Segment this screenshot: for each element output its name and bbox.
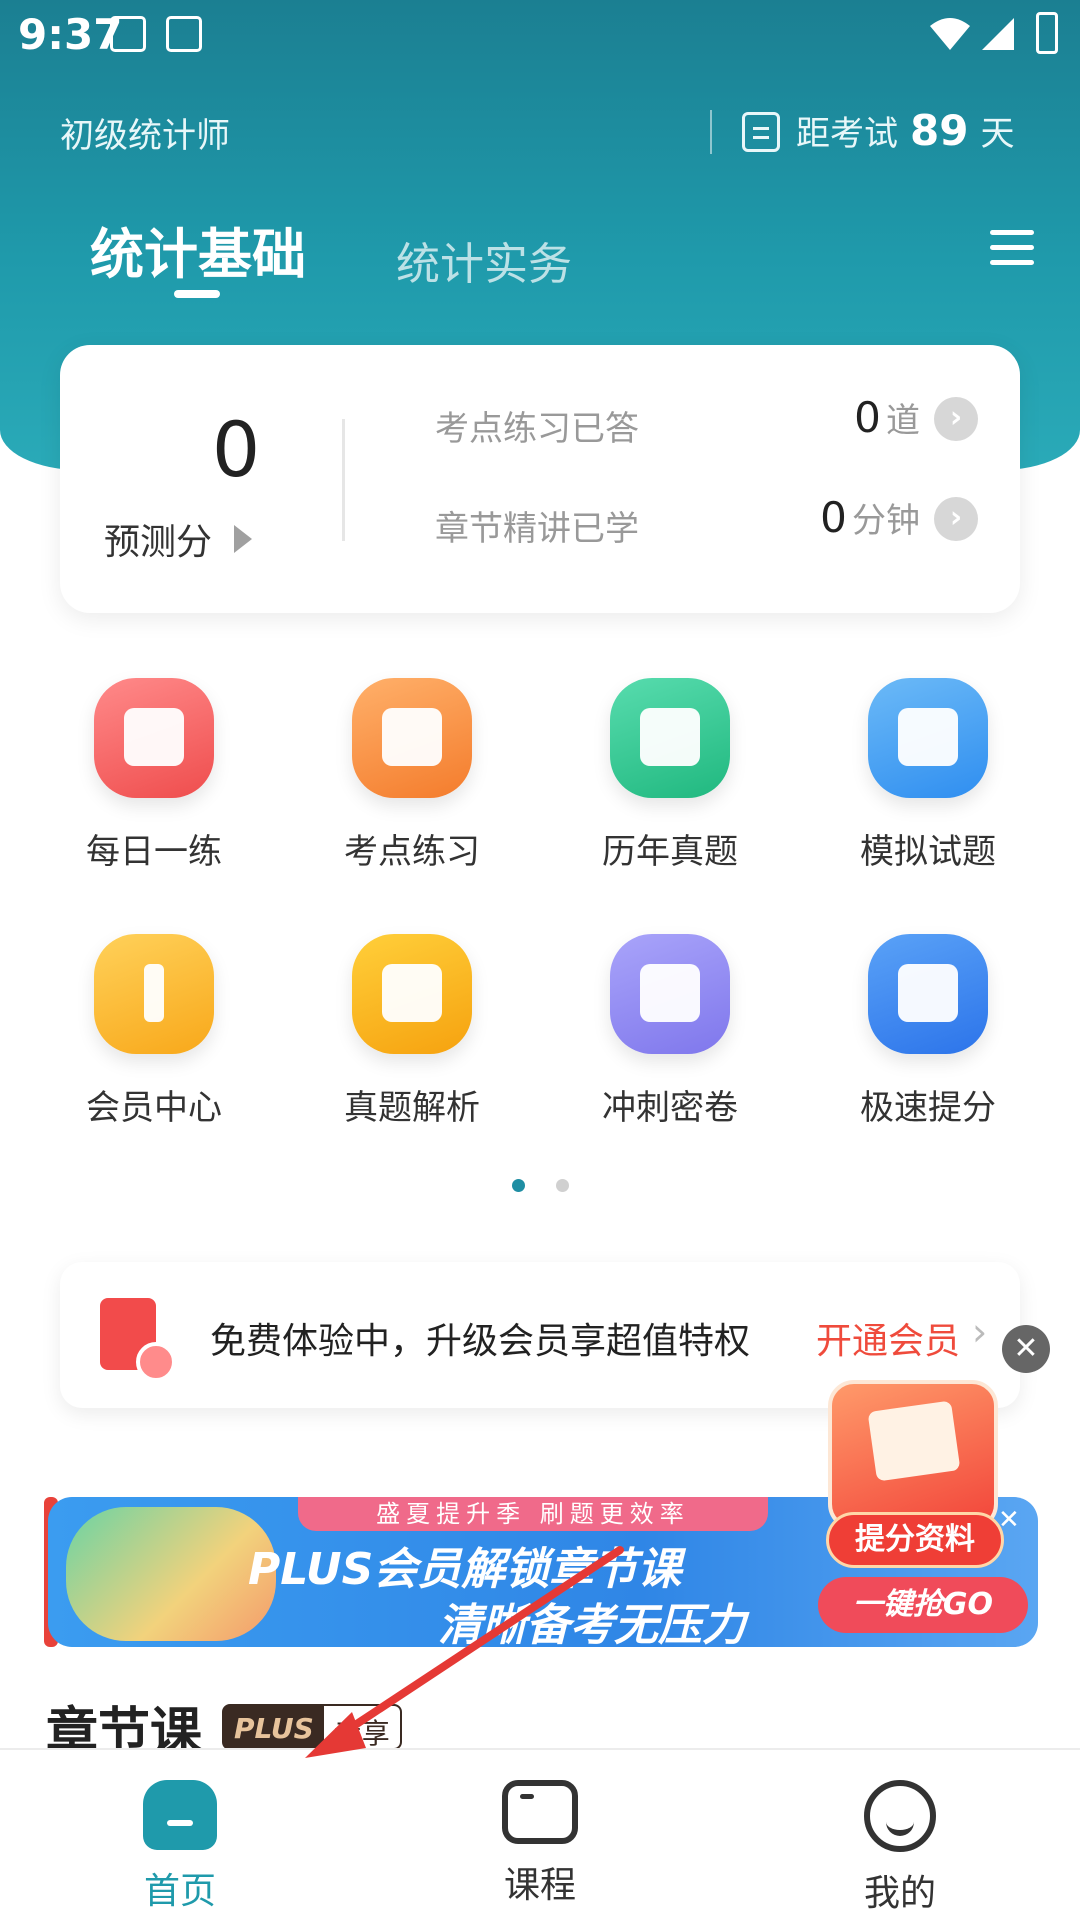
floating-ad-label[interactable]: 提分资料 <box>826 1512 1004 1568</box>
grid-item-exam-analysis[interactable]: 真题解析 <box>302 934 522 1129</box>
practice-answered-row[interactable]: 0 道 <box>760 393 920 442</box>
practice-answered-unit: 道 <box>886 401 920 441</box>
chapter-learned-unit: 分钟 <box>852 501 920 541</box>
banner-illustration <box>66 1507 276 1641</box>
nav-item-home[interactable]: 首页 <box>80 1780 280 1914</box>
lightning-doc-icon <box>352 678 472 798</box>
plus-badge-text: 专享 <box>323 1706 400 1748</box>
grid-label: 真题解析 <box>344 1088 480 1128</box>
keyboard-a-icon <box>166 16 202 52</box>
nav-label-courses: 课程 <box>503 1865 576 1906</box>
smile-icon <box>864 1780 936 1852</box>
practice-answered-value: 0 <box>854 393 881 442</box>
open-membership-link[interactable]: 开通会员 <box>816 1312 960 1364</box>
close-icon[interactable]: ✕ <box>1002 1325 1050 1373</box>
banner-cta-button[interactable]: 一键抢GO <box>818 1577 1028 1633</box>
grid-label: 会员中心 <box>86 1088 222 1128</box>
card-divider <box>342 419 345 541</box>
grid-label: 每日一练 <box>86 832 222 872</box>
banner-headline: PLUS会员解锁章节课 <box>248 1544 682 1595</box>
grid-item-past-exams[interactable]: 历年真题 <box>560 678 780 873</box>
menu-icon[interactable] <box>990 230 1034 266</box>
chapter-learned-value: 0 <box>820 493 847 542</box>
tab-statistics-practice[interactable]: 统计实务 <box>396 228 572 292</box>
nav-item-me[interactable]: 我的 <box>800 1780 1000 1916</box>
nav-label-home: 首页 <box>143 1871 216 1912</box>
signal-icon <box>982 18 1014 50</box>
status-time: 9:37 <box>18 10 123 59</box>
play-arrow-icon <box>234 525 253 553</box>
nav-label-me: 我的 <box>863 1873 936 1914</box>
upgrade-doc-icon <box>100 1298 176 1382</box>
image-plus-icon <box>868 934 988 1054</box>
book-icon <box>610 934 730 1054</box>
chevron-right-icon[interactable]: › <box>934 397 978 441</box>
banner-strip: 盛夏提升季 刷题更效率 <box>298 1497 768 1531</box>
battery-icon <box>1036 12 1058 54</box>
countdown-days: 89 <box>910 106 969 155</box>
chevron-right-icon: › <box>972 1310 988 1354</box>
grid-item-key-point-practice[interactable]: 考点练习 <box>302 678 522 873</box>
plus-badge: PLUS 专享 <box>222 1704 402 1750</box>
grid-item-daily-practice[interactable]: 每日一练 <box>44 678 264 873</box>
grid-label: 极速提分 <box>860 1088 996 1128</box>
page-dot-active[interactable] <box>512 1179 525 1192</box>
edit-doc-icon <box>352 934 472 1054</box>
grid-item-member-center[interactable]: 会员中心 <box>44 934 264 1129</box>
chapter-learned-row[interactable]: 0 分钟 <box>740 493 920 542</box>
grid-item-rapid-improvement[interactable]: 极速提分 <box>818 934 1038 1129</box>
bottom-nav: 首页 课程 我的 <box>0 1748 1080 1920</box>
predicted-score-value: 0 <box>211 405 261 494</box>
monitor-chart-icon <box>868 678 988 798</box>
video-icon <box>502 1780 578 1844</box>
stats-card: 0 预测分 考点练习已答 0 道 › 章节精讲已学 0 分钟 › <box>60 345 1020 613</box>
banner-subheadline: 清晰备考无压力 <box>438 1600 746 1647</box>
predicted-score-label: 预测分 <box>104 522 213 563</box>
grid-label: 模拟试题 <box>860 832 996 872</box>
countdown-suffix: 天 <box>980 114 1015 154</box>
page-dot[interactable] <box>556 1179 569 1192</box>
grid-label: 冲刺密卷 <box>602 1088 738 1128</box>
nav-item-courses[interactable]: 课程 <box>440 1780 640 1908</box>
countdown-prefix: 距考试 <box>796 114 898 154</box>
chevron-right-icon[interactable]: › <box>934 497 978 541</box>
calendar-check-icon <box>94 678 214 798</box>
exam-countdown[interactable]: 距考试 89 天 <box>796 106 1014 155</box>
tab-statistics-basics[interactable]: 统计基础 <box>90 210 306 289</box>
crown-icon <box>94 934 214 1054</box>
home-icon <box>143 1780 217 1850</box>
calendar-icon <box>742 112 780 152</box>
grid-item-sprint-papers[interactable]: 冲刺密卷 <box>560 934 780 1129</box>
exam-name[interactable]: 初级统计师 <box>60 108 230 157</box>
grid-label: 考点练习 <box>344 832 480 872</box>
wifi-icon <box>930 18 970 50</box>
floating-ad[interactable] <box>828 1380 998 1530</box>
chapter-learned-label: 章节精讲已学 <box>435 509 639 549</box>
document-icon <box>610 678 730 798</box>
predicted-score-button[interactable]: 预测分 <box>104 513 253 565</box>
plus-badge-plus: PLUS <box>224 1706 324 1748</box>
promo-text: 免费体验中，升级会员享超值特权 <box>210 1321 751 1362</box>
grid-item-mock-tests[interactable]: 模拟试题 <box>818 678 1038 873</box>
practice-answered-label: 考点练习已答 <box>435 409 639 449</box>
gallery-icon <box>110 16 146 52</box>
tab-active-indicator <box>174 290 220 298</box>
header-divider <box>710 110 712 154</box>
grid-label: 历年真题 <box>602 832 738 872</box>
